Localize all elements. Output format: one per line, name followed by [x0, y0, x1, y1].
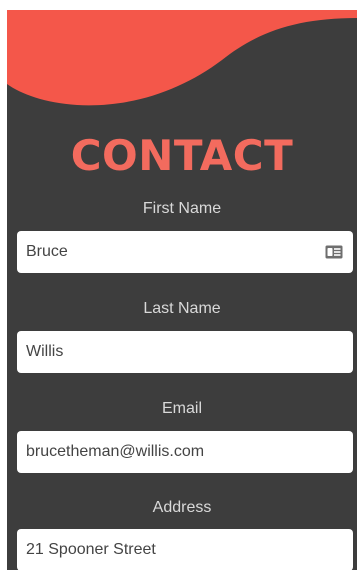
- address-field-wrap: [7, 529, 357, 570]
- last-name-label: Last Name: [143, 300, 221, 317]
- address-label: Address: [152, 499, 212, 516]
- address-input[interactable]: [17, 529, 353, 570]
- contact-panel: CONTACT First Name Last Name Email Addre…: [7, 10, 357, 570]
- email-label: Email: [161, 400, 202, 417]
- last-name-input[interactable]: [17, 331, 353, 373]
- email-input[interactable]: [17, 431, 353, 473]
- first-name-field-wrap: [7, 231, 357, 273]
- email-field-wrap: [7, 431, 357, 473]
- last-name-field-wrap: [7, 331, 357, 373]
- page: CONTACT First Name Last Name Email Addre…: [0, 0, 357, 570]
- first-name-input[interactable]: [17, 231, 353, 273]
- header-wave: [7, 10, 357, 106]
- contact-card-icon[interactable]: [325, 245, 343, 259]
- form-title: CONTACT: [70, 131, 294, 180]
- first-name-label: First Name: [142, 200, 222, 217]
